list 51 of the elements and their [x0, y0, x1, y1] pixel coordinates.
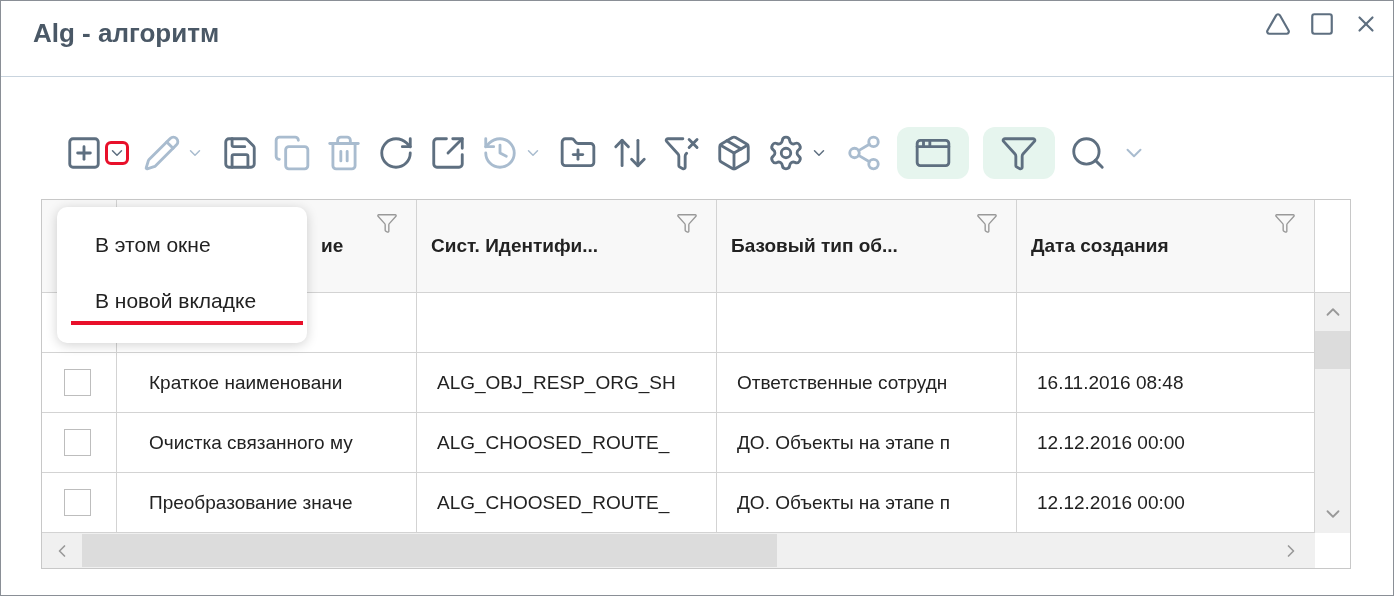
collapse-icon[interactable]	[1265, 11, 1291, 37]
row-checkbox[interactable]	[64, 489, 91, 516]
caret-icon[interactable]	[105, 141, 129, 165]
filter-button[interactable]	[983, 127, 1055, 179]
maximize-icon[interactable]	[1309, 11, 1335, 37]
column-header: Сист. Идентифи...	[431, 235, 599, 257]
refresh-icon	[377, 134, 415, 172]
table-cell: Краткое наименовани	[149, 371, 343, 394]
table-cell: Ответственные сотрудн	[737, 371, 948, 394]
save-view-icon	[715, 134, 753, 172]
table-cell: Очистка связанного му	[149, 431, 353, 454]
panel-button[interactable]	[897, 127, 969, 179]
history-icon	[481, 134, 519, 172]
column-header: ие	[321, 235, 344, 257]
filter-icon[interactable]	[976, 212, 998, 234]
table-cell: ДО. Объекты на этапе п	[737, 431, 950, 454]
clear-filter-icon	[663, 134, 701, 172]
search-icon	[1069, 134, 1107, 172]
filter-icon[interactable]	[1274, 212, 1296, 234]
menu-item[interactable]: В новой вкладке	[71, 275, 303, 325]
horizontal-scrollbar[interactable]	[42, 533, 1315, 568]
filter-icon	[1000, 134, 1038, 172]
save-icon	[221, 134, 259, 172]
edit-icon	[143, 134, 181, 172]
menu-item[interactable]: В этом окне	[71, 219, 303, 269]
table-cell: ALG_CHOOSED_ROUTE_	[437, 491, 670, 514]
settings-icon	[767, 134, 805, 172]
filter-icon[interactable]	[376, 212, 398, 234]
window-title: Alg - алгоритм	[33, 18, 220, 49]
scrollbar-thumb[interactable]	[1315, 331, 1350, 369]
table-cell: 12.12.2016 00:00	[1037, 431, 1185, 454]
scrollbar-thumb[interactable]	[82, 534, 777, 567]
column-header: Базовый тип об...	[731, 235, 898, 257]
filter-icon[interactable]	[676, 212, 698, 234]
delete-icon	[325, 134, 363, 172]
filter-cell[interactable]	[717, 293, 1017, 353]
vertical-scrollbar[interactable]	[1315, 293, 1350, 533]
row-checkbox[interactable]	[64, 369, 91, 396]
table-cell: ALG_CHOOSED_ROUTE_	[437, 431, 670, 454]
copy-icon	[273, 134, 311, 172]
table-cell: 12.12.2016 00:00	[1037, 491, 1185, 514]
table-cell: ALG_OBJ_RESP_ORG_SH	[437, 371, 676, 394]
table-cell: Преобразование значе	[149, 491, 353, 514]
share-icon	[845, 134, 883, 172]
open-icon	[429, 134, 467, 172]
table-cell: 16.11.2016 08:48	[1037, 371, 1184, 394]
row-checkbox[interactable]	[64, 429, 91, 456]
add-icon	[65, 134, 103, 172]
table-cell: ДО. Объекты на этапе п	[737, 491, 950, 514]
filter-cell[interactable]	[417, 293, 717, 353]
column-header: Дата создания	[1031, 235, 1169, 257]
